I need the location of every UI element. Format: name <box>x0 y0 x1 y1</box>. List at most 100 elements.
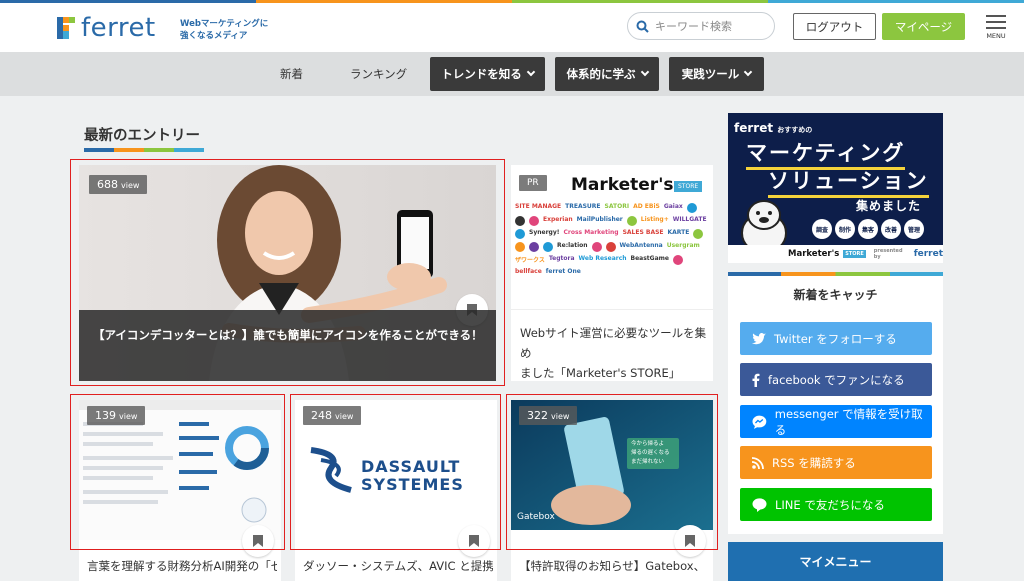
hero-caption[interactable]: 【アイコンデコッターとは？】誰でも簡単にアイコンを作ることができる！ <box>79 310 496 381</box>
partner-logo: MailPublisher <box>576 216 623 223</box>
partner-logo: Gaiax <box>663 203 683 210</box>
banner-line3: 集めました <box>856 199 922 213</box>
messenger-follow-button[interactable]: messenger で情報を受け取る <box>740 405 932 438</box>
article-title: 【特許取得のお知らせ】Gatebox、 <box>519 559 706 573</box>
banner-chip: 改善 <box>881 219 901 239</box>
twitter-follow-button[interactable]: Twitter をフォローする <box>740 322 932 355</box>
partner-logo: bellface <box>515 268 542 275</box>
banner-footer-label: Marketer's <box>788 249 840 259</box>
facebook-follow-button[interactable]: facebook でファンになる <box>740 363 932 396</box>
banner-chip: 管理 <box>904 219 924 239</box>
main-nav: 新着 ランキング トレンドを知る 体系的に学ぶ 実践ツール <box>0 52 1024 96</box>
bubble-line: 帰るの遅くなる <box>631 450 670 456</box>
search-box[interactable] <box>627 12 775 40</box>
mymenu-header[interactable]: マイメニュー <box>728 542 943 581</box>
partner-logo: AD EBiS <box>633 203 660 210</box>
tagline-line2: 強くなるメディア <box>180 31 248 41</box>
menu-label: MENU <box>986 32 1006 40</box>
partner-logo: Tegtora <box>548 255 575 262</box>
nav-dropdown-label: トレンドを知る <box>441 67 522 81</box>
article-card[interactable]: DASSAULT SYSTEMES 248 view ダッソー・システムズ、AVI… <box>295 400 497 581</box>
line-follow-button[interactable]: LINE で友だちになる <box>740 488 932 521</box>
bookmark-icon <box>685 535 695 547</box>
view-count-badge: 139 view <box>87 406 146 425</box>
article-card[interactable]: 今から帰るよ 帰るの遅くなる まだ帰れない Gatebox 322 view 【特… <box>511 400 713 581</box>
banner-footer: Marketer's STORE presented by ferret <box>728 245 943 263</box>
section-underline <box>84 148 204 152</box>
view-count-badge: 248 view <box>303 406 362 425</box>
line-icon <box>752 497 767 512</box>
partner-logo: KARTE <box>667 229 690 236</box>
bubble-line: まだ帰れない <box>631 459 665 465</box>
sidebar-banner[interactable]: ferret おすすめの マーケティング ソリューション 集めました 調査 制作集… <box>728 113 943 263</box>
nav-item-new[interactable]: 新着 <box>280 66 303 82</box>
pr-title: Webサイト運営に必要なツールを集め ました「Marketer's STORE」 <box>520 323 710 381</box>
view-count-badge: 322 view <box>519 406 578 425</box>
view-unit: view <box>119 412 138 421</box>
bookmark-icon <box>469 535 479 547</box>
partner-logo <box>515 229 525 239</box>
nav-dropdown-trend[interactable]: トレンドを知る <box>430 57 545 91</box>
pr-title-line2: ました「Marketer's STORE」 <box>520 366 681 380</box>
view-count: 322 <box>527 409 548 422</box>
view-unit: view <box>551 412 570 421</box>
pr-article-card[interactable]: Marketer's STORE SITE MANAGE TREASURE SATO… <box>511 165 713 381</box>
banner-chip: 調査 <box>812 219 832 239</box>
partner-logo <box>529 216 539 226</box>
pr-badge: PR <box>519 175 547 191</box>
chevron-down-icon <box>640 67 649 77</box>
partner-logo <box>543 242 553 252</box>
partner-logo: SALES BASE <box>622 229 664 236</box>
rss-follow-button[interactable]: RSS を購読する <box>740 446 932 479</box>
partner-logo: ザワークス <box>515 257 545 264</box>
nav-dropdown-learn[interactable]: 体系的に学ぶ <box>555 57 659 91</box>
article-title: 言葉を理解する財務分析AI開発の「ゼ <box>87 559 277 573</box>
menu-button[interactable]: MENU <box>984 15 1008 45</box>
search-icon <box>636 20 649 33</box>
tagline: Webマーケティングに 強くなるメディア <box>180 18 280 42</box>
logout-button[interactable]: ログアウト <box>793 13 876 40</box>
rss-follow-label: RSS を購読する <box>772 455 856 470</box>
chevron-down-icon <box>744 67 753 77</box>
facebook-icon <box>752 373 760 387</box>
site-header: ferret Webマーケティングに 強くなるメディア ログアウト マイページ … <box>0 3 1024 52</box>
pr-banner-title: Marketer's <box>571 175 674 195</box>
partner-logo: WebAntenna <box>619 242 663 249</box>
partner-logo <box>529 242 539 252</box>
partner-logo: Synergy! <box>529 229 560 236</box>
partner-logo <box>605 242 616 252</box>
messenger-follow-label: messenger で情報を受け取る <box>774 406 923 437</box>
partner-logo: ferret One <box>545 268 581 275</box>
dassault-logo-text: DASSAULT SYSTEMES <box>361 458 464 494</box>
bubble-line: 今から帰るよ <box>631 441 665 447</box>
logo-line1: DASSAULT <box>361 457 461 476</box>
view-count-badge: 688 view <box>89 175 148 194</box>
article-card[interactable]: 139 view 言葉を理解する財務分析AI開発の「ゼ <box>79 400 281 581</box>
dassault-logo-icon <box>310 447 352 493</box>
logo[interactable]: ferret <box>57 14 156 42</box>
twitter-follow-label: Twitter をフォローする <box>774 331 897 346</box>
tagline-line1: Webマーケティングに <box>180 19 269 29</box>
mypage-button[interactable]: マイページ <box>882 13 965 40</box>
logo-mark-icon <box>57 17 75 39</box>
bookmark-button[interactable] <box>458 525 490 557</box>
nav-dropdown-tools[interactable]: 実践ツール <box>669 57 764 91</box>
banner-brand-suffix: おすすめの <box>777 126 813 134</box>
nav-item-ranking[interactable]: ランキング <box>350 66 407 82</box>
bookmark-button[interactable] <box>242 525 274 557</box>
view-count: 139 <box>95 409 116 422</box>
partner-logo: Experian <box>543 216 573 223</box>
bookmark-button[interactable] <box>674 525 706 557</box>
logo-text: ferret <box>81 13 156 43</box>
chat-bubbles: 今から帰るよ 帰るの遅くなる まだ帰れない <box>627 438 679 469</box>
banner-chips: 調査 制作 集客 改善 管理 <box>812 219 924 239</box>
search-input[interactable] <box>655 19 765 33</box>
partner-logo <box>686 203 697 213</box>
hamburger-icon <box>986 15 1006 33</box>
pr-logo-grid: SITE MANAGE TREASURE SATORI AD EBiS Gaiax Exp… <box>515 203 709 308</box>
view-count: 248 <box>311 409 332 422</box>
article-title: ダッソー・システムズ、AVIC と提携 <box>303 559 493 573</box>
banner-presented-brand: ferret <box>913 249 943 259</box>
bookmark-icon <box>253 535 263 547</box>
gatebox-label: Gatebox <box>517 512 555 522</box>
